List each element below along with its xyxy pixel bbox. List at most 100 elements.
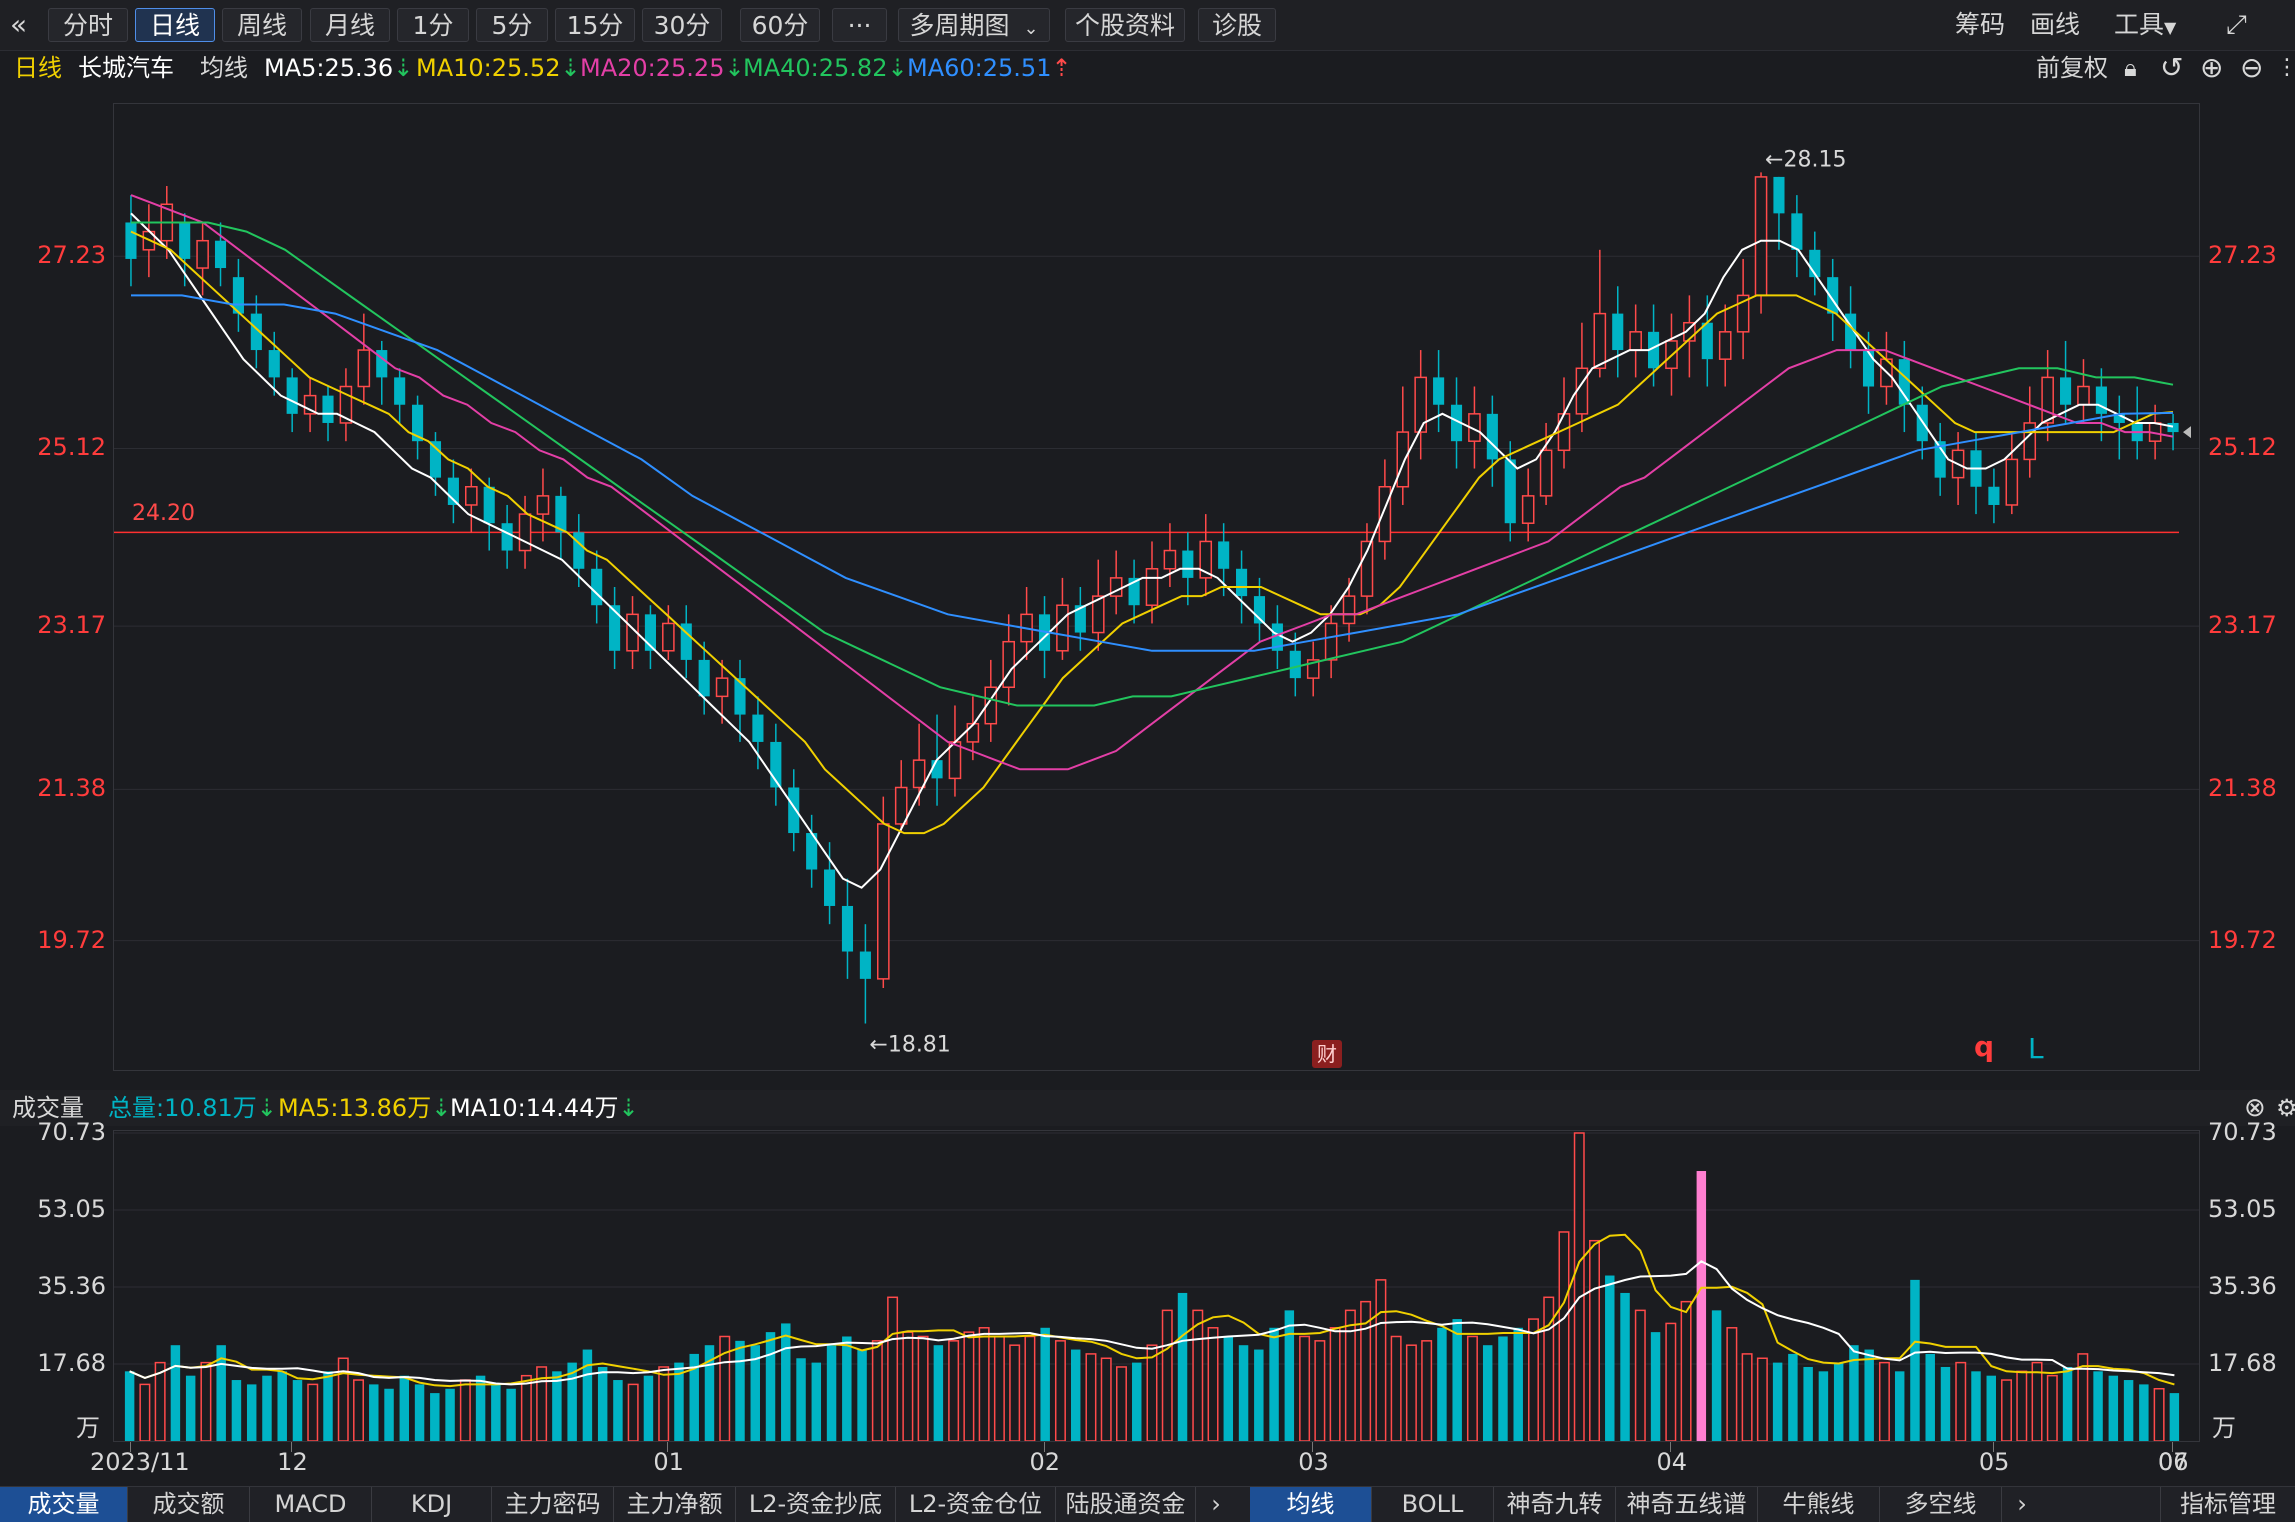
tab-northbound[interactable]: 陆股通资金 <box>1056 1487 1196 1522</box>
candle <box>1074 587 1086 651</box>
volume-bar <box>1925 1353 1935 1441</box>
volume-chart[interactable] <box>114 1131 2199 1442</box>
volume-bar <box>2016 1370 2028 1442</box>
volume-bar <box>506 1388 516 1441</box>
collapse-left-icon[interactable]: « <box>10 8 27 42</box>
chip-distribution-button[interactable]: 筹码 <box>1955 8 2005 42</box>
volume-bar <box>1405 1344 1417 1442</box>
volume-bar <box>1772 1362 1783 1441</box>
volume-bar <box>1238 1345 1249 1441</box>
settings-gear-icon[interactable]: ⚙ <box>2276 1092 2295 1124</box>
tab-magic-five[interactable]: 神奇五线谱 <box>1616 1487 1758 1522</box>
y-tick-label-right: 27.23 <box>2208 241 2277 270</box>
kline-chart[interactable]: ←28.15 ←18.81 <box>114 104 2199 1070</box>
tab-l2-bottom-fishing[interactable]: L2-资金抄底 <box>736 1487 896 1522</box>
volume-bar <box>1070 1349 1081 1441</box>
tab-kdj[interactable]: KDJ <box>372 1487 492 1522</box>
tab-bull-bear[interactable]: 牛熊线 <box>1758 1487 1880 1522</box>
arrow-down-icon: ⇣ <box>256 1094 277 1122</box>
chevron-right-icon[interactable]: › <box>2002 1487 2042 1522</box>
tab-volume[interactable]: 成交量 <box>0 1487 128 1522</box>
tab-fenshi[interactable]: 分时 <box>48 8 128 42</box>
l-mark: L <box>2028 1032 2044 1065</box>
candle <box>788 769 800 852</box>
tab-ma[interactable]: 均线 <box>1250 1487 1372 1522</box>
volume-bar <box>445 1388 455 1441</box>
multi-period-dropdown[interactable]: 多周期图 ⌄ <box>898 8 1050 42</box>
ma5-readout: MA5:25.36⇣ <box>264 54 414 82</box>
candle <box>536 468 550 542</box>
volume-bar <box>765 1332 776 1441</box>
adjust-mode-button[interactable]: 前复权 <box>2036 52 2108 84</box>
diagnose-button[interactable]: 诊股 <box>1198 8 1276 42</box>
tab-daily[interactable]: 日线 <box>135 8 215 42</box>
fullscreen-icon[interactable]: ⤢ <box>2226 8 2247 42</box>
kline-panel[interactable]: ←28.15 ←18.81 <box>113 103 2200 1071</box>
volume-bar <box>1009 1344 1021 1442</box>
candle <box>752 696 764 770</box>
period-label: 日线 <box>14 54 62 82</box>
candle <box>680 605 692 679</box>
volume-bar <box>307 1383 319 1442</box>
volume-bar <box>1040 1327 1050 1441</box>
volume-bar <box>627 1383 639 1442</box>
volume-bar <box>1955 1361 1967 1442</box>
candle <box>1736 258 1750 360</box>
volume-total: 总量:10.81万⇣ <box>108 1094 277 1122</box>
tab-turnover[interactable]: 成交额 <box>128 1487 250 1522</box>
financial-report-badge[interactable]: 财 <box>1312 1040 1342 1068</box>
tab-l2-position[interactable]: L2-资金仓位 <box>896 1487 1056 1522</box>
volume-bar <box>1711 1310 1722 1441</box>
volume-bar <box>826 1345 837 1441</box>
volume-bar <box>1452 1319 1462 1441</box>
tab-60min[interactable]: 60分 <box>740 8 820 42</box>
volume-bar <box>1620 1292 1630 1441</box>
draw-line-button[interactable]: 画线 <box>2030 8 2080 42</box>
stock-profile-button[interactable]: 个股资料 <box>1065 8 1185 42</box>
volume-bar <box>124 1371 135 1441</box>
arrow-down-icon: ⇣ <box>887 54 908 82</box>
tab-monthly[interactable]: 月线 <box>310 8 390 42</box>
volume-bar <box>1299 1335 1311 1442</box>
tab-magic-nine[interactable]: 神奇九转 <box>1494 1487 1616 1522</box>
y-tick-label-left: 23.17 <box>37 611 106 640</box>
tab-1min[interactable]: 1分 <box>397 8 469 42</box>
volume-bar <box>1864 1349 1874 1441</box>
tab-macd[interactable]: MACD <box>250 1487 372 1522</box>
volume-bar <box>1803 1366 1813 1441</box>
tools-menu[interactable]: 工具▼ <box>2114 8 2176 42</box>
more-periods-button[interactable]: ··· <box>832 8 887 42</box>
arrow-down-icon: ⇣ <box>431 1094 452 1122</box>
tab-boll[interactable]: BOLL <box>1372 1487 1494 1522</box>
chevron-right-icon[interactable]: › <box>1196 1487 1236 1522</box>
candle <box>1128 559 1140 624</box>
tab-weekly[interactable]: 周线 <box>222 8 302 42</box>
x-tick-label: 2023/11 <box>89 1448 190 1476</box>
tab-main-force-code[interactable]: 主力密码 <box>492 1487 614 1522</box>
ma60-readout: MA60:25.51⇡ <box>907 54 1072 82</box>
candle <box>770 723 782 806</box>
volume-bar <box>1833 1362 1844 1441</box>
zoom-in-icon[interactable]: ⊕ <box>2200 52 2223 84</box>
tab-30min[interactable]: 30分 <box>642 8 722 42</box>
lock-icon[interactable]: 🔒︎ <box>2124 52 2137 84</box>
volume-bar <box>1558 1231 1570 1442</box>
volume-bar <box>2062 1366 2073 1441</box>
volume-bar <box>1024 1335 1036 1442</box>
indicator-manage-button[interactable]: 指标管理 <box>2160 1487 2295 1522</box>
tab-long-short[interactable]: 多空线 <box>1880 1487 2002 1522</box>
volume-bar <box>1161 1309 1173 1442</box>
volume-bar <box>1605 1275 1615 1441</box>
candle <box>1593 249 1607 378</box>
volume-bar <box>1329 1327 1341 1442</box>
zoom-out-icon[interactable]: ⊖ <box>2240 52 2263 84</box>
tab-15min[interactable]: 15分 <box>555 8 635 42</box>
undo-icon[interactable]: ↺ <box>2160 52 2183 84</box>
tab-5min[interactable]: 5分 <box>476 8 548 42</box>
stock-name: 长城汽车 <box>78 54 174 82</box>
more-icon[interactable]: ⋮ <box>2276 52 2295 84</box>
tab-main-net[interactable]: 主力净额 <box>614 1487 736 1522</box>
ma-label[interactable]: 均线 <box>200 52 248 84</box>
volume-tick-label-left: 17.68 <box>37 1349 106 1377</box>
volume-panel[interactable] <box>113 1130 2200 1442</box>
